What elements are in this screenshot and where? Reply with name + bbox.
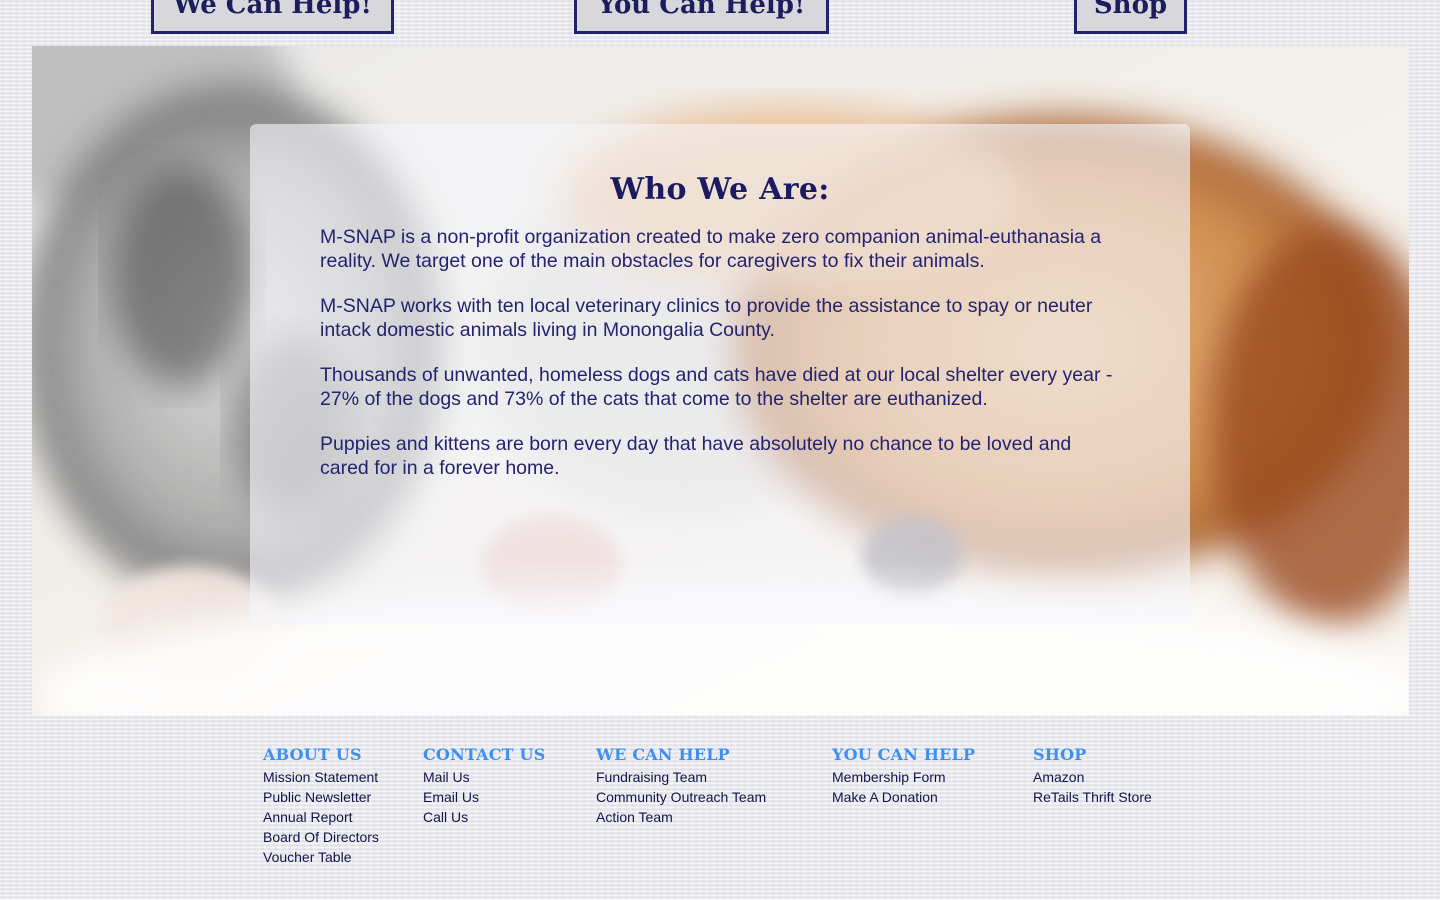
intro-paragraph: M-SNAP is a non-profit organization crea… — [320, 226, 1102, 272]
footer-link-call-us[interactable]: Call Us — [423, 807, 545, 827]
statistics-paragraph: Thousands of unwanted, homeless dogs and… — [320, 364, 1113, 410]
footer-heading-about-us[interactable]: ABOUT US — [263, 745, 379, 764]
footer-link-annual-report[interactable]: Annual Report — [263, 807, 379, 827]
footer-link-email-us[interactable]: Email Us — [423, 787, 545, 807]
footer-link-fundraising-team[interactable]: Fundraising Team — [596, 767, 766, 787]
footer-link-voucher-table[interactable]: Voucher Table — [263, 847, 379, 867]
footer-link-amazon[interactable]: Amazon — [1033, 767, 1152, 787]
footer-link-membership-form[interactable]: Membership Form — [832, 767, 975, 787]
clinics-paragraph: M-SNAP works with ten local veterinary c… — [320, 295, 1093, 341]
footer-column-you-can-help: YOU CAN HELP Membership Form Make A Dona… — [832, 745, 975, 807]
nav-tab-shop[interactable]: Shop — [1074, 0, 1187, 34]
footer-heading-contact-us[interactable]: CONTACT US — [423, 745, 545, 764]
hero-banner: Who We Are: M-SNAP is a non-profit organ… — [32, 46, 1409, 715]
footer-column-about: ABOUT US Mission Statement Public Newsle… — [263, 745, 379, 867]
footer-column-contact: CONTACT US Mail Us Email Us Call Us — [423, 745, 545, 827]
footer-heading-you-can-help[interactable]: YOU CAN HELP — [832, 745, 975, 764]
page-title: Who We Are: — [610, 172, 830, 207]
footer-link-board-of-directors[interactable]: Board Of Directors — [263, 827, 379, 847]
nav-tab-you-can-help[interactable]: You Can Help! — [574, 0, 829, 34]
footer-sitemap: ABOUT US Mission Statement Public Newsle… — [0, 745, 1440, 895]
footer-link-mail-us[interactable]: Mail Us — [423, 767, 545, 787]
footer-link-mission-statement[interactable]: Mission Statement — [263, 767, 379, 787]
footer-column-we-can-help: WE CAN HELP Fundraising Team Community O… — [596, 745, 766, 827]
footer-link-action-team[interactable]: Action Team — [596, 807, 766, 827]
footer-link-make-a-donation[interactable]: Make A Donation — [832, 787, 975, 807]
footer-heading-shop[interactable]: SHOP — [1033, 745, 1152, 764]
footer-link-retails-thrift-store[interactable]: ReTails Thrift Store — [1033, 787, 1152, 807]
footer-heading-we-can-help[interactable]: WE CAN HELP — [596, 745, 766, 764]
nav-tab-we-can-help[interactable]: We Can Help! — [151, 0, 394, 34]
footer-link-community-outreach-team[interactable]: Community Outreach Team — [596, 787, 766, 807]
forever-home-paragraph: Puppies and kittens are born every day t… — [320, 433, 1072, 479]
who-we-are-card: Who We Are: M-SNAP is a non-profit organ… — [250, 124, 1190, 624]
footer-column-shop: SHOP Amazon ReTails Thrift Store — [1033, 745, 1152, 807]
footer-link-public-newsletter[interactable]: Public Newsletter — [263, 787, 379, 807]
